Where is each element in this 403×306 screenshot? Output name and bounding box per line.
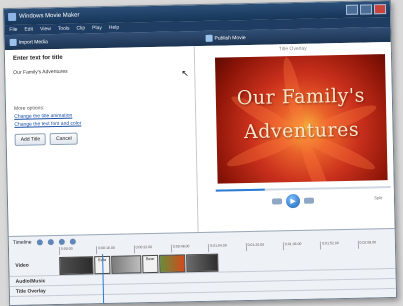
mouse-cursor-icon: ↖: [181, 68, 189, 79]
audio-track-label: Audio/Music: [15, 277, 46, 285]
publish-movie-label: Publish Movie: [214, 34, 246, 42]
task-actions: Add Title Cancel: [14, 130, 188, 146]
window-controls: [345, 4, 387, 15]
title-line-1: Our Family's: [236, 84, 366, 110]
publish-movie-button[interactable]: Publish Movie: [205, 34, 246, 42]
title-line-2: Adventures: [243, 118, 360, 144]
play-timeline-icon[interactable]: [69, 238, 76, 245]
preview-monitor: Our Family's Adventures: [215, 54, 388, 184]
title-text-input[interactable]: Our Family's Adventures: [13, 66, 186, 76]
import-media-label: Import Media: [18, 38, 48, 46]
video-clip[interactable]: [159, 254, 186, 273]
next-frame-button[interactable]: [303, 197, 315, 204]
import-icon: [9, 38, 17, 46]
timeline-label[interactable]: Timeline: [13, 239, 32, 245]
zoom-in-icon[interactable]: [36, 238, 43, 245]
timeline-tracks: Video Edlo Bear Audio/Music Title Overla…: [9, 247, 396, 305]
timeline: Timeline 0:00:00 0:00:16.00 0:00:32.00 0…: [8, 227, 397, 306]
playback-controls: ▶: [271, 193, 315, 209]
split-button[interactable]: Split: [374, 195, 382, 200]
seek-progress: [215, 188, 265, 192]
title-clip[interactable]: Bear: [142, 254, 159, 274]
add-title-button[interactable]: Add Title: [14, 133, 47, 146]
main-area: Enter text for title Our Family's Advent…: [4, 41, 395, 237]
menu-view[interactable]: View: [40, 26, 51, 32]
menu-play[interactable]: Play: [92, 25, 102, 31]
minimize-button[interactable]: [345, 4, 359, 15]
video-track-label: Video: [15, 262, 29, 269]
preview-pane: Title Overlay Our Family's Adventures ▶ …: [194, 41, 395, 233]
task-pane: Enter text for title Our Family's Advent…: [4, 46, 199, 237]
change-font-link[interactable]: Change the text font and color: [14, 118, 187, 127]
close-button[interactable]: [373, 4, 387, 15]
play-button[interactable]: ▶: [285, 193, 301, 209]
previous-frame-button[interactable]: [271, 198, 283, 205]
movie-maker-window: Windows Movie Maker File Edit View Tools…: [2, 0, 398, 306]
video-clip[interactable]: [186, 253, 219, 273]
menu-tools[interactable]: Tools: [58, 26, 70, 32]
cancel-button[interactable]: Cancel: [50, 132, 78, 146]
menu-help[interactable]: Help: [109, 25, 119, 31]
video-clip[interactable]: [59, 256, 94, 275]
zoom-out-icon[interactable]: [47, 238, 54, 245]
app-icon: [8, 12, 17, 21]
video-clips: Edlo Bear: [59, 253, 219, 275]
menu-clip[interactable]: Clip: [76, 25, 85, 31]
video-clip[interactable]: [111, 255, 142, 274]
menu-edit[interactable]: Edit: [24, 26, 33, 32]
title-overlay-track-label: Title Overlay: [15, 287, 46, 295]
task-heading: Enter text for title: [12, 54, 63, 62]
preview-label: Title Overlay: [278, 45, 307, 53]
menu-file[interactable]: File: [9, 27, 17, 33]
import-media-button[interactable]: Import Media: [9, 38, 48, 46]
publish-icon: [205, 34, 213, 42]
rewind-icon[interactable]: [58, 238, 65, 245]
seek-bar[interactable]: [215, 186, 391, 192]
window-title: Windows Movie Maker: [19, 12, 80, 20]
maximize-button[interactable]: [359, 4, 373, 15]
